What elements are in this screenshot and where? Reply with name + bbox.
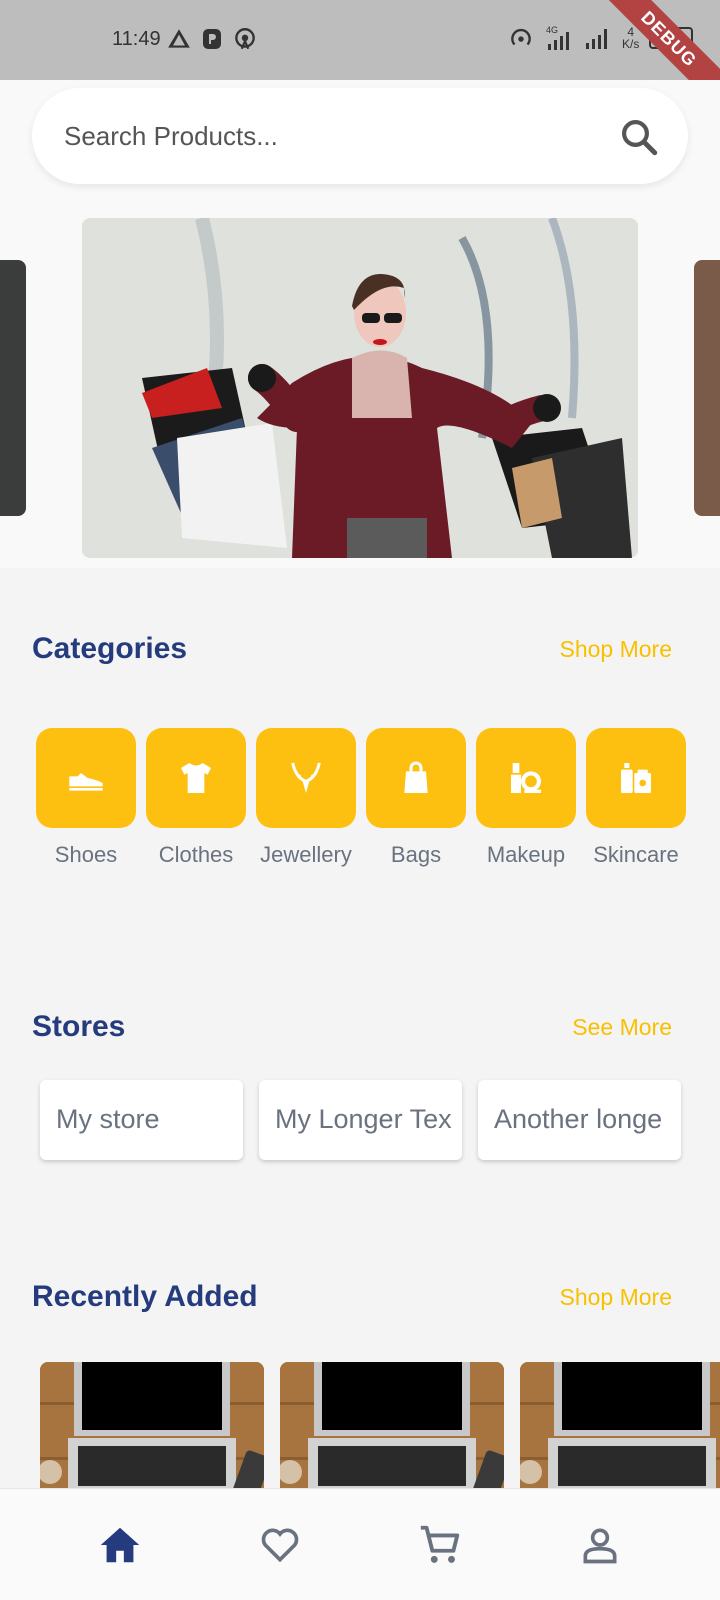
nav-profile[interactable]: [570, 1515, 630, 1575]
shoe-icon: [69, 773, 103, 791]
drive-icon: [168, 29, 190, 48]
product-image-laptop: [520, 1362, 720, 1488]
category-shoes[interactable]: Shoes: [36, 728, 136, 868]
categories-section: Categories Shop More Shoes Clothes Jewel…: [0, 568, 720, 930]
signal-icon: [586, 29, 607, 49]
carousel-slide-next[interactable]: [694, 260, 720, 516]
bag-icon: [404, 761, 428, 793]
signal-4g-icon: 4G: [546, 25, 569, 50]
product-image-laptop: [280, 1362, 504, 1488]
wifi-hotspot-icon: [511, 28, 531, 46]
stores-title: Stores: [32, 1010, 126, 1043]
stores-section: Stores See More My store My Longer Tex A…: [0, 946, 720, 1202]
hotspot-icon: [235, 28, 255, 50]
heart-icon: [261, 1528, 299, 1562]
recently-added-title: Recently Added: [32, 1280, 258, 1313]
cart-icon: [420, 1525, 460, 1563]
store-list: My store My Longer Tex Another longe: [40, 1080, 681, 1160]
skincare-icon: [621, 763, 651, 793]
necklace-icon: [291, 762, 321, 793]
product-image-laptop: [40, 1362, 264, 1488]
category-list: Shoes Clothes Jewellery Bags Makeup Skin…: [36, 728, 686, 868]
home-icon: [100, 1527, 140, 1562]
carousel-slide-previous[interactable]: [0, 260, 26, 516]
category-makeup[interactable]: Makeup: [476, 728, 576, 868]
carousel-slide-shopping-woman[interactable]: [82, 218, 638, 558]
nav-cart[interactable]: [410, 1515, 470, 1575]
category-clothes[interactable]: Clothes: [146, 728, 246, 868]
banner-image: [82, 218, 638, 558]
category-skincare[interactable]: Skincare: [586, 728, 686, 868]
search-area: [0, 80, 720, 192]
category-jewellery[interactable]: Jewellery: [256, 728, 356, 868]
recently-added-shop-more-link[interactable]: Shop More: [559, 1284, 672, 1311]
category-bags[interactable]: Bags: [366, 728, 466, 868]
store-card[interactable]: My store: [40, 1080, 243, 1160]
paytm-icon: [203, 29, 221, 49]
recently-added-section: Recently Added Shop More: [0, 1218, 720, 1488]
promo-carousel[interactable]: [0, 192, 720, 568]
search-icon[interactable]: [618, 116, 660, 158]
categories-title: Categories: [32, 632, 188, 665]
status-bar: 11:49 4G 4 K/s 35 DEBUG: [0, 0, 720, 117]
product-list: [40, 1362, 720, 1488]
store-card[interactable]: Another longe: [478, 1080, 681, 1160]
product-card[interactable]: [40, 1362, 264, 1488]
nav-home[interactable]: [90, 1515, 150, 1575]
search-bar: [32, 88, 688, 184]
tshirt-icon: [181, 763, 211, 793]
product-card[interactable]: [280, 1362, 504, 1488]
categories-shop-more-link[interactable]: Shop More: [559, 636, 672, 663]
status-time: 11:49: [112, 28, 161, 50]
makeup-icon: [511, 763, 541, 793]
search-input[interactable]: [64, 116, 564, 156]
product-card[interactable]: [520, 1362, 720, 1488]
stores-see-more-link[interactable]: See More: [572, 1014, 672, 1041]
network-speed: 4 K/s: [622, 25, 640, 51]
store-card[interactable]: My Longer Tex: [259, 1080, 462, 1160]
svg-text:4G: 4G: [546, 25, 558, 35]
nav-favorites[interactable]: [250, 1515, 310, 1575]
bottom-navigation: [0, 1488, 720, 1600]
profile-icon: [583, 1528, 617, 1563]
